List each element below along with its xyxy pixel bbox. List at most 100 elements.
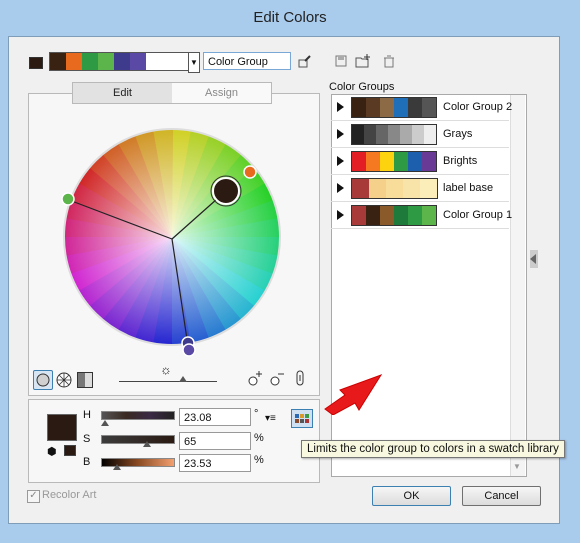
expand-triangle-icon[interactable] [337,210,344,220]
color-bars-icon[interactable] [77,372,93,388]
group-color-chip[interactable] [380,206,394,225]
group-swatch-strip[interactable] [351,151,437,172]
group-color-chip[interactable] [424,125,436,144]
group-color-chip[interactable] [422,206,436,225]
group-color-chip[interactable] [408,206,422,225]
hue-slider-thumb[interactable] [101,420,109,426]
saturation-slider-thumb[interactable] [143,441,151,447]
saturation-label: S [83,433,91,445]
brightness-icon: ☼ [160,362,172,377]
blue-handle[interactable] [182,343,196,357]
group-color-chip[interactable] [380,98,394,117]
group-name: Color Group 2 [443,101,513,113]
group-color-chip[interactable] [366,152,380,171]
group-color-chip[interactable] [394,206,408,225]
brightness-label: B [83,456,91,468]
strip-color-chip[interactable] [82,53,98,70]
group-color-chip[interactable] [366,206,380,225]
scroll-down-arrow[interactable]: ▼ [513,462,521,471]
color-group-strip[interactable] [49,52,197,71]
group-swatch-strip[interactable] [351,97,437,118]
swatch-library-icon[interactable] [291,409,313,428]
tab-edit[interactable]: Edit [73,83,172,103]
hue-slider[interactable] [101,411,175,420]
group-color-chip[interactable] [394,152,408,171]
hue-label: H [83,409,91,421]
expand-triangle-icon[interactable] [337,183,344,193]
ok-button[interactable]: OK [372,486,451,506]
group-swatch-strip[interactable] [351,124,437,145]
group-color-chip[interactable] [388,125,400,144]
group-color-chip[interactable] [352,206,366,225]
segmented-wheel-icon[interactable] [55,371,73,392]
color-group-row[interactable]: Color Group 2 [331,94,513,121]
trash-icon[interactable] [381,53,397,69]
group-color-chip[interactable] [408,98,422,117]
hue-field[interactable]: 23.08 [179,408,251,426]
group-swatch-strip[interactable] [351,178,438,199]
expand-triangle-icon[interactable] [337,102,344,112]
eyedropper-icon[interactable] [297,53,313,69]
group-color-chip[interactable] [403,179,420,198]
cancel-button[interactable]: Cancel [462,486,541,506]
group-name-field[interactable]: Color Group [203,52,291,70]
group-color-chip[interactable] [400,125,412,144]
group-color-chip[interactable] [366,98,380,117]
new-group-icon[interactable] [355,53,371,69]
panel-menu-icon[interactable]: ▾≡ [265,413,276,424]
brightness-value-thumb[interactable] [113,464,121,470]
group-color-chip[interactable] [352,125,364,144]
strip-color-chip[interactable] [98,53,114,70]
saturation-slider[interactable] [101,435,175,444]
saturation-field[interactable]: 65 [179,432,251,450]
color-group-row[interactable]: Grays [331,121,509,148]
active-color-swatch[interactable] [29,57,43,69]
base-color-handle[interactable] [212,177,240,205]
add-color-tool-icon[interactable] [247,369,263,390]
expand-triangle-icon[interactable] [337,129,344,139]
panel-collapse-handle[interactable] [530,250,538,268]
strip-color-chip[interactable] [130,53,146,70]
link-harmony-icon[interactable] [293,369,307,390]
group-color-chip[interactable] [352,179,369,198]
group-color-chip[interactable] [386,179,403,198]
group-color-chip[interactable] [380,152,394,171]
group-color-chip[interactable] [352,152,366,171]
group-color-chip[interactable] [420,179,437,198]
remove-color-tool-icon[interactable] [269,369,285,390]
hue-unit: ° [254,408,259,420]
group-color-chip[interactable] [369,179,386,198]
group-color-chip[interactable] [394,98,408,117]
save-icon[interactable] [333,53,349,69]
group-swatch-strip[interactable] [351,205,437,226]
strip-color-chip[interactable] [50,53,66,70]
color-wheel[interactable] [28,107,318,367]
mode-tabs: Edit Assign [72,82,272,104]
brightness-slider-thumb[interactable] [179,376,187,382]
strip-color-chip[interactable] [114,53,130,70]
group-name: label base [443,182,494,194]
list-scrollbar[interactable] [510,95,525,476]
dialog-title: Edit Colors [253,9,327,26]
group-name: Color Group 1 [443,209,513,221]
group-color-chip[interactable] [352,98,366,117]
color-group-dropdown[interactable]: ▼ [188,52,200,73]
recolor-art-checkbox[interactable]: ✓ [27,490,40,503]
group-color-chip[interactable] [376,125,388,144]
orange-handle[interactable] [243,165,257,179]
smooth-wheel-icon[interactable] [33,370,53,390]
color-group-row[interactable]: Brights [331,148,509,175]
group-color-chip[interactable] [364,125,376,144]
group-color-chip[interactable] [408,152,422,171]
strip-color-chip[interactable] [66,53,82,70]
tab-assign[interactable]: Assign [172,83,271,103]
brightness-field[interactable]: 23.53 [179,454,251,472]
color-group-row[interactable]: label base [331,175,509,202]
group-color-chip[interactable] [412,125,424,144]
group-color-chip[interactable] [422,152,436,171]
brightness-slider[interactable] [119,381,217,382]
color-group-row[interactable]: Color Group 1 [331,202,513,229]
group-color-chip[interactable] [422,98,436,117]
green-handle[interactable] [61,192,75,206]
expand-triangle-icon[interactable] [337,156,344,166]
